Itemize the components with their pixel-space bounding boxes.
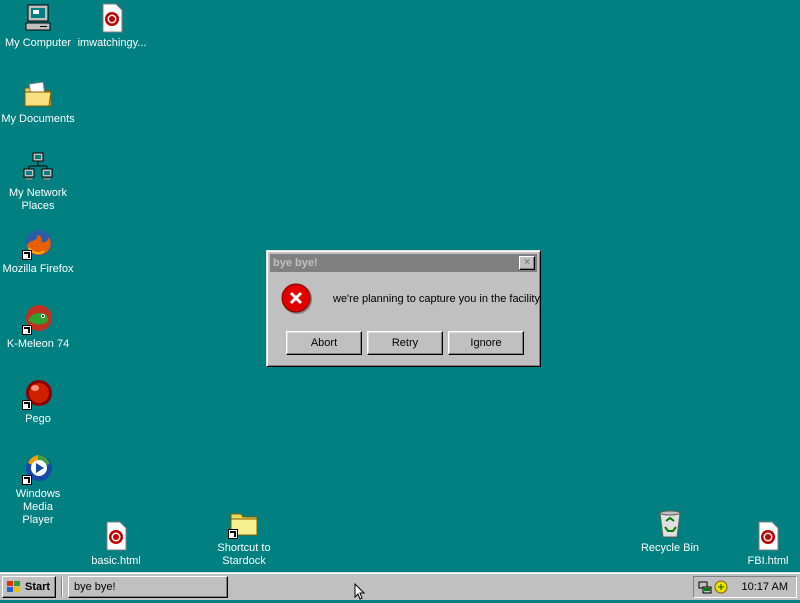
desktop-icon-media-player[interactable]: Windows Media Player <box>0 453 76 527</box>
shortcut-arrow-icon <box>22 250 32 260</box>
dialog-title: bye bye! <box>273 257 318 269</box>
html-document-icon <box>100 520 132 552</box>
media-player-icon <box>22 453 54 485</box>
taskbar-clock[interactable]: 10:17 AM <box>742 581 788 593</box>
start-label: Start <box>25 581 51 593</box>
desktop-icon-fbi-html[interactable]: FBI.html <box>730 520 800 568</box>
desktop-icon-label: Windows Media Player <box>15 488 61 526</box>
desktop-icon-imwatchingy[interactable]: imwatchingy... <box>74 2 150 50</box>
desktop-icon-my-documents[interactable]: My Documents <box>0 78 76 126</box>
desktop-icon-my-computer[interactable]: My Computer <box>0 2 76 50</box>
firefox-icon <box>22 228 54 260</box>
shortcut-arrow-icon <box>22 325 32 335</box>
desktop-icon-label: K-Meleon 74 <box>6 338 70 350</box>
dialog-titlebar[interactable]: bye bye! × <box>270 254 537 272</box>
desktop-icon-label: FBI.html <box>747 555 789 567</box>
volume-tray-icon[interactable] <box>714 580 728 594</box>
windows-logo-icon <box>6 580 22 594</box>
desktop-icon-basic-html[interactable]: basic.html <box>78 520 154 568</box>
shortcut-arrow-icon <box>22 400 32 410</box>
mouse-cursor-icon <box>354 582 366 600</box>
system-tray: 10:17 AM <box>693 576 797 598</box>
taskbar-button-bye-bye[interactable]: bye bye! <box>68 576 228 598</box>
desktop-icon-label: My Network Places <box>8 187 68 212</box>
folder-icon <box>228 507 260 539</box>
html-document-icon <box>96 2 128 34</box>
pego-icon <box>22 378 54 410</box>
recycle-bin-icon <box>654 507 686 539</box>
taskbar: Start bye bye! 10:17 AM <box>0 572 800 600</box>
desktop-icon-label: Pego <box>25 413 51 425</box>
desktop-icon-label: Mozilla Firefox <box>2 263 74 275</box>
shortcut-arrow-icon <box>228 529 238 539</box>
desktop-icon-shortcut-stardock[interactable]: Shortcut to Stardock <box>206 507 282 568</box>
desktop-icon-pego[interactable]: Pego <box>0 378 76 426</box>
error-icon <box>281 283 313 315</box>
ignore-button[interactable]: Ignore <box>448 331 524 355</box>
desktop-icon-label: My Computer <box>4 37 72 49</box>
network-tray-icon[interactable] <box>698 580 712 594</box>
my-computer-icon <box>22 2 54 34</box>
taskbar-separator <box>61 577 63 597</box>
dialog-message: we're planning to capture you in the fac… <box>333 293 540 305</box>
close-button[interactable]: × <box>519 256 535 270</box>
retry-button[interactable]: Retry <box>367 331 443 355</box>
desktop-icon-recycle-bin[interactable]: Recycle Bin <box>632 507 708 555</box>
abort-button[interactable]: Abort <box>286 331 362 355</box>
my-documents-folder-icon <box>22 78 54 110</box>
desktop-icon-label: basic.html <box>91 555 141 567</box>
desktop-icon-firefox[interactable]: Mozilla Firefox <box>0 228 76 276</box>
shortcut-arrow-icon <box>22 475 32 485</box>
desktop-icon-network-places[interactable]: My Network Places <box>0 152 76 213</box>
taskbar-button-label: bye bye! <box>74 581 116 593</box>
desktop-icon-label: imwatchingy... <box>77 37 147 49</box>
start-button[interactable]: Start <box>2 576 56 598</box>
error-dialog: bye bye! × we're planning to capture you… <box>266 250 541 367</box>
desktop-icon-label: Shortcut to Stardock <box>217 542 271 567</box>
desktop-icon-label: My Documents <box>1 113 75 125</box>
html-document-icon <box>752 520 784 552</box>
network-places-icon <box>22 152 54 184</box>
desktop-icon-label: Recycle Bin <box>640 542 700 554</box>
desktop-icon-k-meleon[interactable]: K-Meleon 74 <box>0 303 76 351</box>
k-meleon-icon <box>22 303 54 335</box>
